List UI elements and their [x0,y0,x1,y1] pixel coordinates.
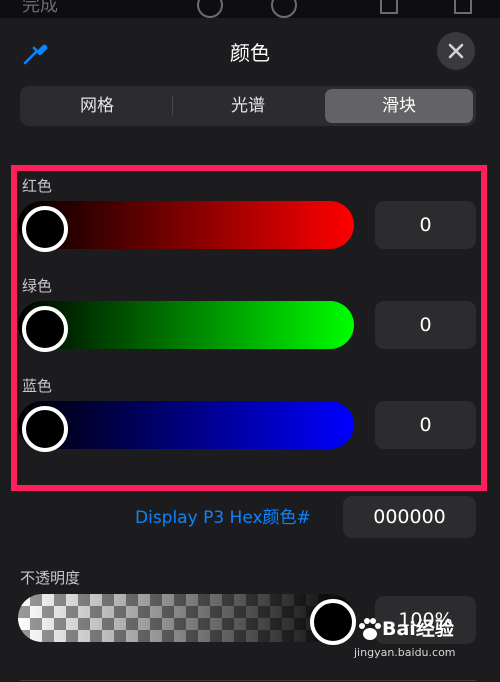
done-label-partial: 完成 [22,0,58,16]
paw-logo-icon [359,618,381,640]
annotation-highlight-box [11,165,487,491]
undo-icon [196,0,224,18]
close-icon [448,43,464,59]
watermark-url: jingyan.baidu.com [354,646,456,659]
tab-spectrum[interactable]: 光谱 [174,89,322,123]
trash-icon [376,0,402,18]
hex-value-field[interactable]: 000000 [343,496,476,538]
panel-title: 颜色 [230,41,270,65]
opacity-slider-thumb[interactable] [310,599,356,645]
redo-icon [270,0,298,18]
background-toolbar: 完成 [0,0,500,18]
tab-grid[interactable]: 网格 [23,89,171,123]
bottom-divider [20,680,476,681]
segment-divider [172,96,173,116]
share-icon [450,0,476,18]
hex-label: Display P3 Hex颜色# [135,508,311,528]
color-picker-panel: 颜色 网格 光谱 滑块 红色 0 绿色 0 蓝色 0 Display P3 He… [0,18,500,682]
watermark-brand: Bai经验 [382,618,454,640]
opacity-label: 不透明度 [20,569,81,587]
baidu-jingyan-watermark: Bai经验 jingyan.baidu.com [352,612,482,670]
mode-segmented-control: 网格 光谱 滑块 [20,86,476,126]
close-button[interactable] [437,32,475,70]
opacity-slider-track[interactable] [18,594,354,642]
tab-sliders[interactable]: 滑块 [325,89,473,123]
